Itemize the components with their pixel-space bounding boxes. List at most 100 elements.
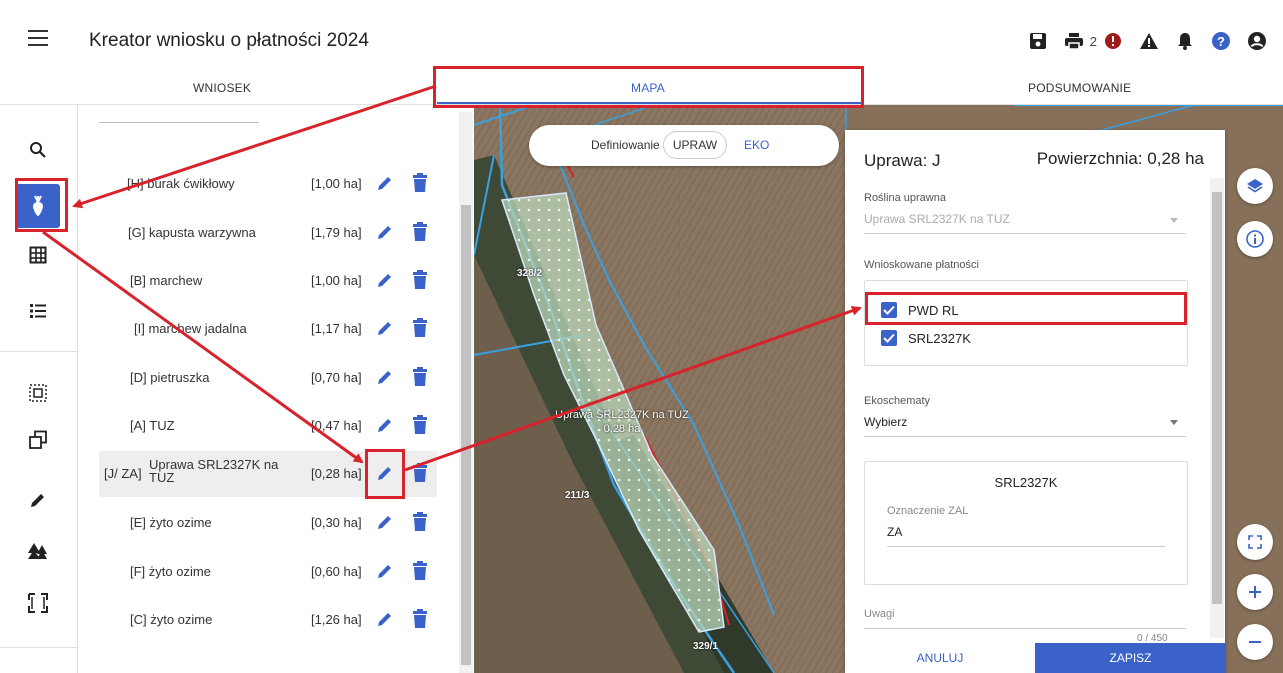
toolbar-icons: 2 ? xyxy=(1016,28,1271,54)
notes-label: Uwagi xyxy=(864,608,895,620)
toggle-eko-button[interactable]: EKO xyxy=(744,138,769,152)
hamburger-icon[interactable] xyxy=(28,30,48,46)
chevron-down-icon xyxy=(1170,420,1178,425)
edit-icon[interactable] xyxy=(375,173,395,193)
eco-select[interactable]: Wybierz xyxy=(864,415,907,429)
notes-input[interactable] xyxy=(864,628,1186,629)
layers-icon[interactable] xyxy=(1237,168,1273,204)
crop-area: [0,28 ha] xyxy=(311,466,362,481)
list-scrollbar-thumb[interactable] xyxy=(461,205,471,665)
zal-input[interactable]: ZA xyxy=(887,525,902,539)
bell-icon[interactable] xyxy=(1171,28,1199,54)
annotation-box-edit xyxy=(365,449,405,499)
edit-icon[interactable] xyxy=(375,222,395,242)
list-item[interactable]: [E] żyto ozime [0,30 ha] xyxy=(99,500,437,546)
svg-text:?: ? xyxy=(1217,34,1225,49)
delete-icon[interactable] xyxy=(412,463,428,483)
toggle-upraw-button[interactable]: UPRAW xyxy=(663,131,727,159)
grid-icon[interactable] xyxy=(16,233,60,277)
crop-search-input[interactable] xyxy=(99,122,259,123)
crop-area: [1,26 ha] xyxy=(311,612,362,627)
crop-area: [1,79 ha] xyxy=(311,225,362,240)
tab-podsumowanie[interactable]: PODSUMOWANIE xyxy=(1028,81,1131,95)
map-crop-name: Uprawa SRL2327K na TUZ xyxy=(555,409,689,421)
save-button[interactable]: ZAPISZ xyxy=(1035,643,1226,673)
edit-icon[interactable] xyxy=(375,609,395,629)
form-title: Uprawa: J xyxy=(864,151,941,170)
crop-label: [G] kapusta warzywna xyxy=(128,225,256,240)
delete-icon[interactable] xyxy=(412,512,428,532)
trees-icon[interactable] xyxy=(16,530,60,574)
print-icon[interactable] xyxy=(1060,28,1088,54)
zal-underline xyxy=(887,546,1165,547)
info-icon[interactable] xyxy=(1237,221,1273,257)
list-item[interactable]: [F] żyto ozime [0,60 ha] xyxy=(99,549,437,595)
delete-icon[interactable] xyxy=(412,318,428,338)
crop-form-panel: Uprawa: J Powierzchnia: 0,28 ha Roślina … xyxy=(845,130,1225,673)
edit-icon[interactable] xyxy=(375,512,395,532)
definition-mode-toggle: Definiowanie UPRAW EKO xyxy=(529,125,839,166)
crop-area: [0,47 ha] xyxy=(311,418,362,433)
zal-label: Oznaczenie ZAL xyxy=(887,505,969,517)
plant-select[interactable]: Uprawa SRL2327K na TUZ xyxy=(864,212,1010,226)
annotation-box-tab xyxy=(433,66,864,108)
list-item[interactable]: [B] marchew [1,00 ha] xyxy=(99,258,437,304)
app-title: Kreator wniosku o płatności 2024 xyxy=(89,30,369,51)
list-item[interactable]: [C] żyto ozime [1,26 ha] xyxy=(99,597,437,643)
crop-area: [1,17 ha] xyxy=(311,321,362,336)
delete-icon[interactable] xyxy=(412,367,428,387)
crop-label: [A] TUZ xyxy=(130,418,175,433)
pencil-icon[interactable] xyxy=(16,478,60,522)
crop-label: [H] burak ćwikłowy xyxy=(127,176,235,191)
error-circle-icon[interactable] xyxy=(1099,28,1127,54)
cancel-button[interactable]: ANULUJ xyxy=(845,643,1035,673)
fullscreen-icon[interactable] xyxy=(1237,524,1273,560)
crop-area: [0,60 ha] xyxy=(311,564,362,579)
edit-icon[interactable] xyxy=(375,318,395,338)
search-icon[interactable] xyxy=(16,128,60,172)
zoom-out-icon[interactable] xyxy=(1237,624,1273,660)
crop-label: [C] żyto ozime xyxy=(130,612,213,627)
parcel-label: 211/3 xyxy=(565,490,590,501)
copy-icon[interactable] xyxy=(16,418,60,462)
frame-icon[interactable] xyxy=(16,581,60,625)
edit-icon[interactable] xyxy=(375,415,395,435)
edit-icon[interactable] xyxy=(375,561,395,581)
checkbox-srl2327k[interactable] xyxy=(881,330,897,346)
zoom-in-icon[interactable] xyxy=(1237,574,1273,610)
select-area-icon[interactable] xyxy=(16,371,60,415)
form-scrollbar-thumb[interactable] xyxy=(1212,192,1222,604)
warning-triangle-icon[interactable] xyxy=(1135,28,1163,54)
crop-label: Uprawa SRL2327K na TUZ xyxy=(149,457,279,485)
list-item[interactable]: [I] marchew jadalna [1,17 ha] xyxy=(99,306,437,352)
delete-icon[interactable] xyxy=(412,609,428,629)
delete-icon[interactable] xyxy=(412,561,428,581)
crop-label: [E] żyto ozime xyxy=(130,515,212,530)
account-icon[interactable] xyxy=(1243,28,1271,54)
eco-underline xyxy=(864,436,1186,437)
crop-list-panel: [H] burak ćwikłowy [1,00 ha] [G] kapusta… xyxy=(79,105,459,673)
warning-count: 2 xyxy=(1089,33,1097,49)
delete-icon[interactable] xyxy=(412,415,428,435)
edit-icon[interactable] xyxy=(375,270,395,290)
delete-icon[interactable] xyxy=(412,222,428,242)
annotation-box-payment xyxy=(865,292,1187,325)
zal-card-title: SRL2327K xyxy=(994,475,1058,490)
list-item[interactable]: [A] TUZ [0,47 ha] xyxy=(99,403,437,449)
rail-divider-bottom xyxy=(0,647,78,648)
save-icon[interactable] xyxy=(1024,28,1052,54)
crop-label: [F] żyto ozime xyxy=(130,564,211,579)
delete-icon[interactable] xyxy=(412,270,428,290)
list-item[interactable]: [H] burak ćwikłowy [1,00 ha] xyxy=(99,161,437,207)
crop-label: [I] marchew jadalna xyxy=(134,321,247,336)
list-item[interactable]: [D] pietruszka [0,70 ha] xyxy=(99,355,437,401)
list-item[interactable]: [G] kapusta warzywna [1,79 ha] xyxy=(99,210,437,256)
tab-wniosek[interactable]: WNIOSEK xyxy=(193,81,251,95)
crop-code: [J/ ZA] xyxy=(104,466,142,481)
delete-icon[interactable] xyxy=(412,173,428,193)
form-area: Powierzchnia: 0,28 ha xyxy=(1036,149,1204,168)
list-icon[interactable] xyxy=(16,289,60,333)
help-icon[interactable]: ? xyxy=(1207,28,1235,54)
edit-icon[interactable] xyxy=(375,367,395,387)
crop-area: [1,00 ha] xyxy=(311,273,362,288)
